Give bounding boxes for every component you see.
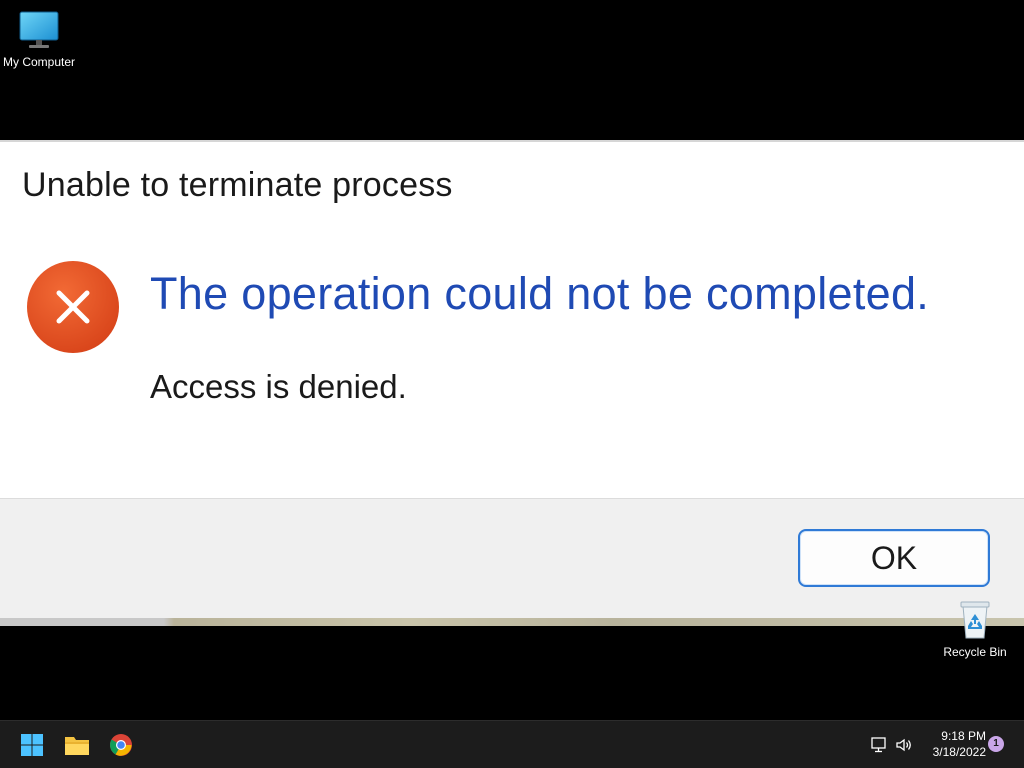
desktop-icon-label: Recycle Bin <box>943 645 1007 659</box>
recycle-bin-icon <box>960 601 990 639</box>
windows-start-icon <box>21 734 43 756</box>
notification-badge[interactable]: 1 <box>988 736 1004 752</box>
desktop-icon-my-computer[interactable]: My Computer <box>0 10 81 69</box>
chrome-icon <box>110 734 132 756</box>
chrome-button[interactable] <box>105 729 137 761</box>
desktop-icon-label: My Computer <box>2 55 76 69</box>
network-icon[interactable] <box>869 735 889 755</box>
desktop-icon-recycle-bin[interactable]: Recycle Bin <box>933 598 1017 659</box>
dialog-title: Unable to terminate process <box>22 166 453 204</box>
content-text: Access is denied. <box>150 368 407 405</box>
volume-icon[interactable] <box>894 735 914 755</box>
clock-date: 3/18/2022 <box>932 745 986 759</box>
dialog-footer: OK <box>0 498 1024 626</box>
ok-button[interactable]: OK <box>798 529 990 587</box>
taskbar: 9:18 PM 3/18/2022 <box>0 720 1024 768</box>
monitor-icon <box>19 11 59 48</box>
folder-icon <box>65 737 89 755</box>
error-dialog: Unable to terminate process The operatio… <box>0 140 1024 626</box>
desktop: My Computer Unable to terminate process … <box>0 0 1024 768</box>
main-instruction: The operation could not be completed. <box>150 268 930 319</box>
clock-time: 9:18 PM <box>941 729 986 743</box>
file-explorer-button[interactable] <box>61 729 93 761</box>
clock[interactable]: 9:18 PM 3/18/2022 <box>920 728 986 760</box>
error-icon <box>27 261 119 353</box>
window-edge-strip <box>0 618 1024 626</box>
start-button[interactable] <box>16 729 48 761</box>
